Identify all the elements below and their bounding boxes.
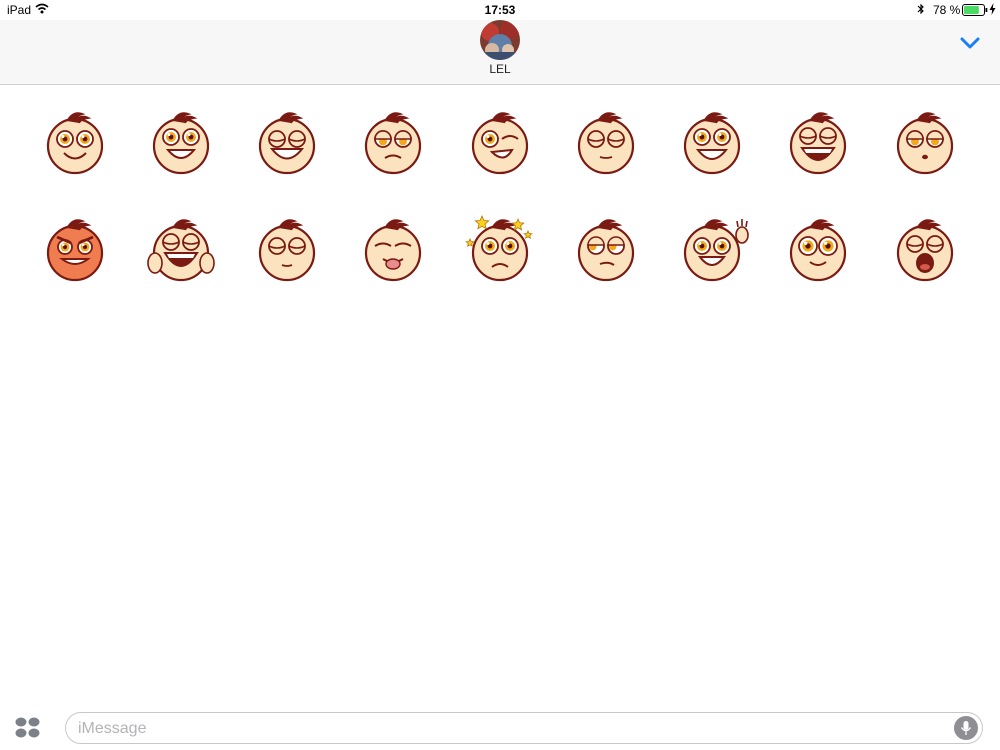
contact-name[interactable]: LEL [0, 62, 1000, 76]
compose-bar: iMessage [0, 700, 1000, 750]
battery-percent: 78 % [933, 3, 961, 17]
sticker-smug[interactable] [887, 106, 963, 182]
sticker-open-laugh[interactable] [780, 106, 856, 182]
sticker-sleepy[interactable] [249, 213, 325, 289]
chevron-down-icon [960, 37, 980, 49]
sticker-yawn[interactable] [887, 213, 963, 289]
status-time: 17:53 [484, 3, 516, 17]
battery-icon [962, 4, 988, 19]
sticker-happy[interactable] [37, 106, 113, 182]
sticker-surprised-smile[interactable] [780, 213, 856, 289]
sticker-grid [0, 85, 1000, 700]
sticker-grin[interactable] [143, 106, 219, 182]
app-drawer-button[interactable] [14, 716, 42, 740]
charging-bolt-icon [989, 3, 996, 18]
sticker-eyes-closed[interactable] [568, 106, 644, 182]
app-drawer-icon [15, 717, 40, 738]
sticker-laugh[interactable] [674, 106, 750, 182]
sticker-wink[interactable] [462, 106, 538, 182]
sticker-hands-laugh[interactable] [143, 213, 219, 289]
conversation-header: LEL [0, 20, 1000, 85]
sticker-tongue-out[interactable] [355, 213, 431, 289]
sticker-dizzy-stars[interactable] [462, 213, 538, 289]
sticker-waving[interactable] [674, 213, 750, 289]
sticker-sideways-glance[interactable] [568, 213, 644, 289]
sticker-annoyed[interactable] [355, 106, 431, 182]
sticker-big-smile[interactable] [249, 106, 325, 182]
microphone-button[interactable] [954, 716, 978, 740]
message-input[interactable]: iMessage [65, 712, 983, 744]
collapse-button[interactable] [956, 32, 984, 54]
microphone-icon [960, 721, 972, 735]
message-input-placeholder: iMessage [78, 720, 147, 737]
bluetooth-icon [917, 3, 925, 18]
sticker-angry-red[interactable] [37, 213, 113, 289]
contact-avatar[interactable] [480, 20, 520, 60]
status-bar: iPad 17:53 78 % [0, 0, 1000, 20]
